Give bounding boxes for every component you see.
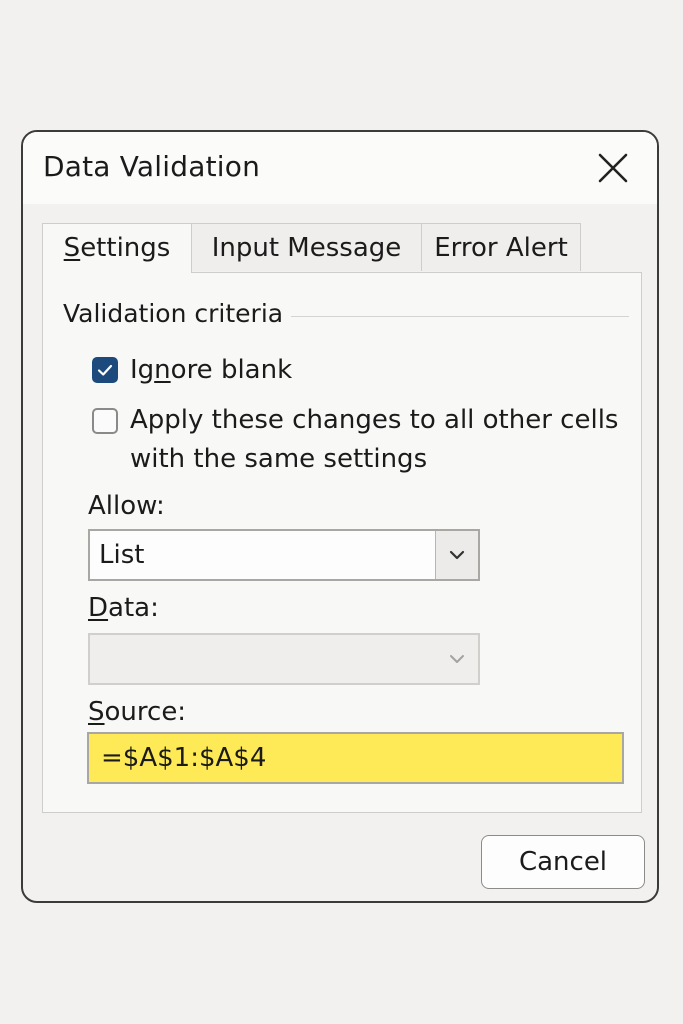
ignore-blank-text-a: Ig [130, 355, 155, 385]
source-label-text: ource: [104, 697, 187, 727]
apply-all-line-1: Apply these changes to all other cells [130, 405, 619, 435]
tab-input-message[interactable]: Input Message [191, 223, 422, 271]
apply-all-label[interactable]: Apply these changes to all other cells w… [130, 401, 618, 479]
allow-value: List [99, 540, 145, 570]
ignore-blank-accel: n [154, 355, 171, 385]
title-bar: Data Validation [23, 132, 657, 204]
group-divider [291, 316, 629, 317]
allow-label: Allow: [88, 491, 165, 521]
dialog-title: Data Validation [43, 150, 261, 183]
apply-all-line-2: with the same settings [130, 444, 428, 474]
ignore-blank-label[interactable]: Ignore blank [130, 351, 292, 390]
data-label: Data: [88, 593, 159, 623]
tab-settings[interactable]: Settings [42, 223, 192, 273]
allow-dropdown-button[interactable] [435, 531, 478, 579]
apply-all-checkbox[interactable] [92, 408, 118, 434]
data-validation-dialog: Data Validation Settings Input Message E… [21, 130, 659, 903]
data-accel: D [88, 593, 109, 623]
data-label-text: ata: [108, 593, 159, 623]
validation-criteria-label: Validation criteria [63, 299, 284, 328]
tab-settings-label: ettings [80, 233, 171, 263]
close-icon [598, 153, 628, 183]
close-button[interactable] [595, 150, 631, 186]
allow-select[interactable]: List [88, 529, 480, 581]
tab-error-alert[interactable]: Error Alert [421, 223, 581, 271]
tab-settings-accel: S [63, 233, 81, 263]
chevron-down-icon [449, 550, 465, 560]
chevron-down-icon [450, 655, 464, 663]
data-select [88, 633, 480, 685]
cancel-button[interactable]: Cancel [481, 835, 645, 889]
ignore-blank-checkbox[interactable] [92, 357, 118, 383]
source-input[interactable]: =$A$1:$A$4 [87, 732, 624, 784]
source-accel: S [88, 697, 105, 727]
checkmark-icon [97, 364, 113, 376]
source-label: Source: [88, 697, 186, 727]
data-dropdown-button [436, 635, 478, 683]
ignore-blank-text-b: ore blank [170, 355, 293, 385]
